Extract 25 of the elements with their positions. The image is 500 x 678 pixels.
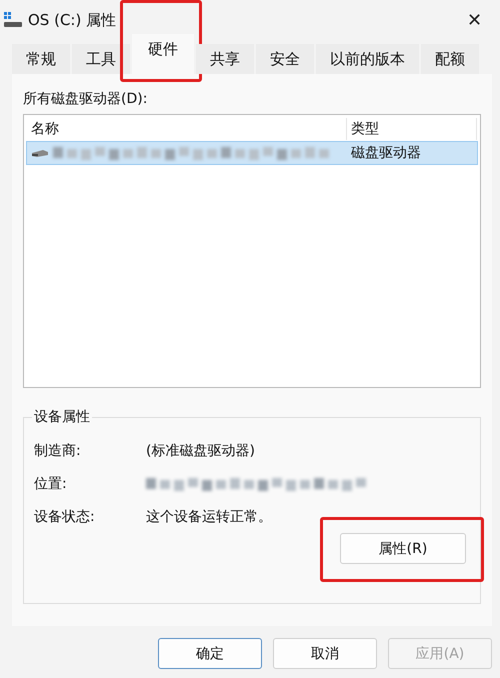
tab[interactable]: 常规 (12, 44, 70, 74)
field-value: (标准磁盘驱动器) (146, 442, 256, 460)
tab[interactable]: 配额 (421, 44, 479, 74)
group-title: 设备属性 (33, 408, 91, 426)
close-button[interactable]: ✕ (459, 9, 490, 31)
field-label: 位置: (34, 474, 68, 492)
disk-drive-icon (31, 148, 49, 158)
field-label: 制造商: (34, 442, 82, 460)
field-label: 设备状态: (34, 508, 96, 526)
tab[interactable]: 硬件 (132, 34, 194, 74)
tab[interactable]: 以前的版本 (316, 44, 419, 74)
dialog-button[interactable]: 取消 (273, 638, 377, 669)
column-header[interactable]: 类型 (347, 118, 477, 140)
field-value: 这个设备运转正常。 (146, 508, 273, 526)
properties-button[interactable]: 属性(R) (340, 533, 466, 564)
table-cell-text: 磁盘驱动器 (350, 144, 422, 163)
tab[interactable]: 工具 (72, 44, 130, 74)
dialog-button[interactable]: 确定 (158, 638, 262, 669)
column-header[interactable]: 名称 (27, 118, 347, 140)
window-title: OS (C:) 属性 (28, 10, 118, 30)
tab[interactable]: 安全 (256, 44, 314, 74)
list-label: 所有磁盘驱动器(D): (23, 90, 148, 108)
drive-icon (4, 12, 22, 28)
tab[interactable]: 共享 (196, 44, 254, 74)
drive-row[interactable]: 磁盘驱动器 (26, 141, 478, 165)
